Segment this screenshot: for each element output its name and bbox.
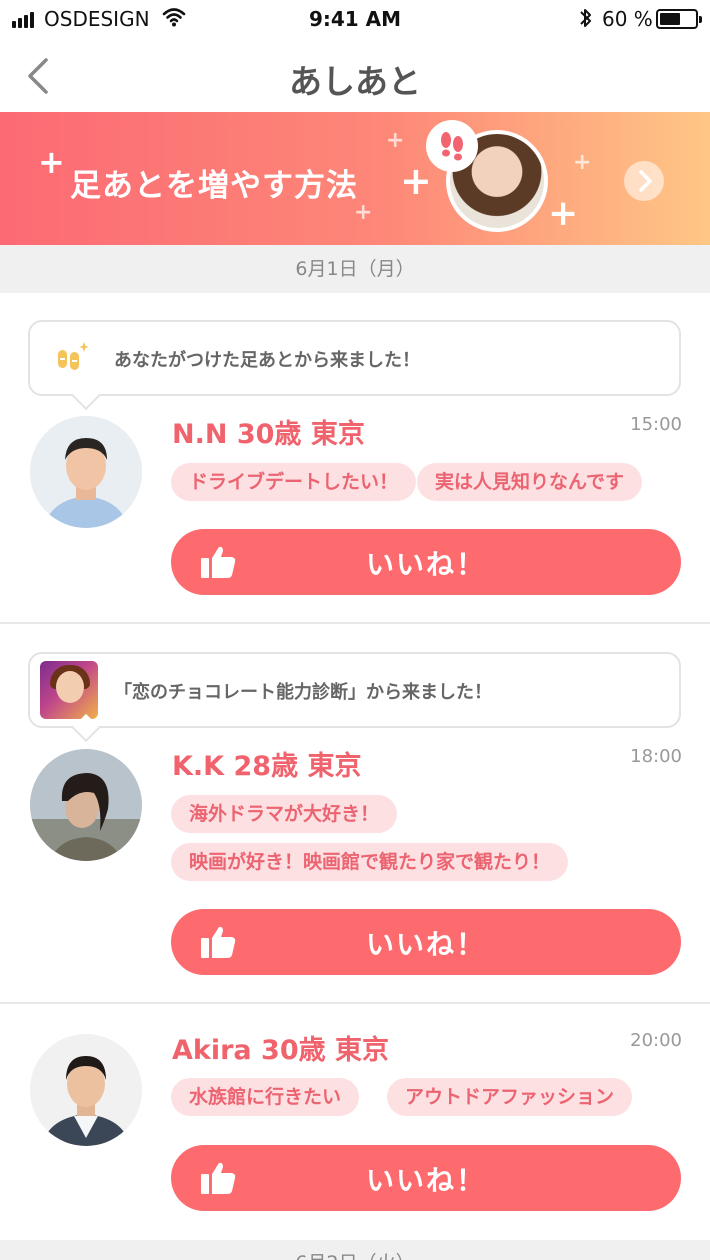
footprints-icon	[58, 342, 89, 370]
page-title: あしあと	[289, 62, 421, 101]
chevron-right-icon[interactable]	[624, 161, 664, 201]
profile-tag: 映画が好き！映画館で観たり家で観たり！	[171, 843, 569, 881]
sparkle-plus: +	[354, 200, 373, 225]
date-header: 6月2日（火）	[0, 1240, 710, 1260]
like-button[interactable]: いいね！	[171, 1145, 681, 1211]
avatar[interactable]	[30, 1034, 142, 1146]
promo-banner[interactable]: + 足あとを増やす方法 + + + + +	[0, 112, 710, 245]
user-name[interactable]: N.N 30歳 東京	[172, 412, 365, 451]
status-bar: OSDESIGN 9:41 AM 60 %	[0, 0, 710, 40]
date-header: 6月1日（月）	[0, 245, 710, 293]
visit-time: 15:00	[630, 414, 682, 435]
source-bubble: 「恋のチョコレート能力診断」から来ました！	[28, 652, 681, 743]
bluetooth-icon	[580, 9, 591, 27]
profile-tag: 水族館に行きたい	[171, 1078, 360, 1116]
battery-fill	[660, 13, 680, 25]
profile-tag: アウトドアファッション	[387, 1078, 633, 1116]
like-button[interactable]: いいね！	[171, 529, 681, 595]
profile-tag: 海外ドラマが大好き！	[171, 795, 398, 833]
profile-tag: 実は人見知りなんです	[417, 463, 643, 501]
battery-percent: 60 %	[602, 7, 653, 31]
nav-bar: あしあと	[0, 40, 710, 112]
like-label: いいね！	[365, 928, 486, 961]
sparkle-plus: +	[548, 193, 579, 234]
source-text: 「恋のチョコレート能力診断」から来ました！	[114, 682, 492, 703]
source-bubble: あなたがつけた足あとから来ました！	[28, 320, 681, 411]
footprints-icon	[426, 120, 478, 172]
visit-time: 18:00	[630, 746, 682, 767]
banner-text: 足あとを増やす方法	[70, 168, 358, 204]
sparkle-plus: +	[386, 128, 405, 153]
like-button[interactable]: いいね！	[171, 909, 681, 975]
sparkle-plus: +	[38, 143, 65, 181]
battery-icon	[656, 9, 702, 29]
like-label: いいね！	[365, 1164, 486, 1197]
quiz-thumbnail	[40, 661, 98, 719]
avatar[interactable]	[30, 749, 142, 861]
divider	[0, 1002, 710, 1004]
avatar[interactable]	[30, 416, 142, 528]
visit-time: 20:00	[630, 1030, 682, 1051]
profile-tag: ドライブデートしたい！	[171, 463, 417, 501]
divider	[0, 622, 710, 624]
sparkle-plus: +	[573, 150, 592, 175]
like-label: いいね！	[365, 548, 486, 581]
source-text: あなたがつけた足あとから来ました！	[114, 350, 420, 371]
user-name[interactable]: Akira 30歳 東京	[172, 1028, 389, 1067]
date-header-label: 6月2日（火）	[0, 1248, 710, 1260]
user-name[interactable]: K.K 28歳 東京	[172, 744, 361, 783]
